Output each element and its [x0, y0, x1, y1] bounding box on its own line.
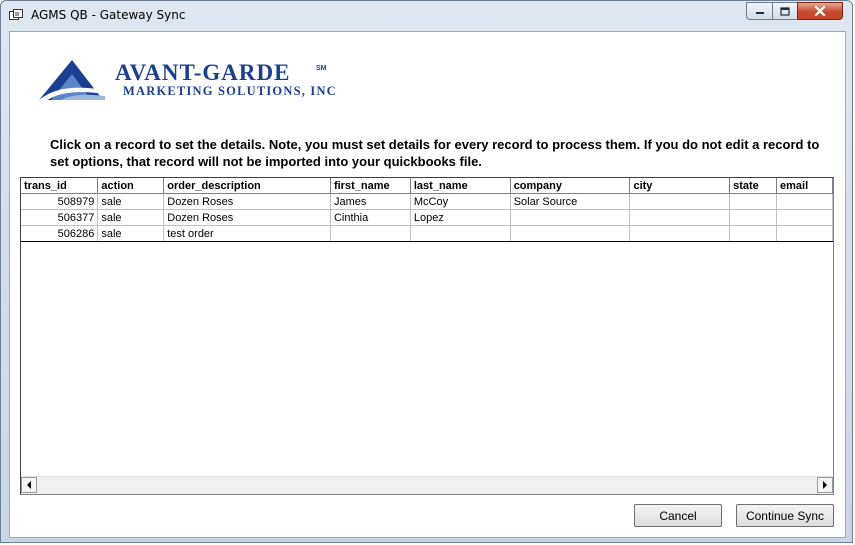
window-title: AGMS QB - Gateway Sync [31, 8, 186, 22]
cell-first-name[interactable]: Cinthia [330, 209, 411, 226]
logo-mark-icon [39, 60, 107, 102]
cell-city[interactable] [629, 209, 731, 226]
company-logo: AVANT-GARDE SM MARKETING SOLUTIONS, INC. [39, 60, 337, 102]
records-table: trans_id action order_description first_… [21, 178, 833, 242]
cell-state[interactable] [729, 193, 778, 210]
app-icon [9, 9, 23, 20]
cell-company[interactable] [510, 225, 631, 242]
column-header-action[interactable]: action [97, 178, 165, 194]
minimize-icon [755, 12, 764, 14]
cell-order-description[interactable]: Dozen Roses [163, 209, 331, 226]
column-header-city[interactable]: city [629, 178, 731, 194]
cell-city[interactable] [629, 225, 731, 242]
cell-trans-id[interactable]: 506377 [21, 209, 99, 226]
cell-state[interactable] [729, 225, 778, 242]
minimize-button[interactable] [746, 2, 772, 20]
column-header-last-name[interactable]: last_name [410, 178, 511, 194]
horizontal-scrollbar[interactable] [21, 476, 833, 494]
scroll-right-button[interactable] [817, 477, 833, 493]
client-area: AVANT-GARDE SM MARKETING SOLUTIONS, INC.… [9, 31, 846, 538]
cell-first-name[interactable]: James [330, 193, 411, 210]
table-row[interactable]: 506286 sale test order [21, 225, 833, 242]
cell-company[interactable]: Solar Source [510, 193, 631, 210]
logo-sm: SM [316, 65, 327, 72]
scroll-left-button[interactable] [21, 477, 37, 493]
cell-order-description[interactable]: test order [163, 225, 331, 242]
table-row[interactable]: 508979 sale Dozen Roses James McCoy Sola… [21, 193, 833, 210]
column-header-state[interactable]: state [729, 178, 778, 194]
cancel-button[interactable]: Cancel [634, 504, 722, 527]
cell-email[interactable] [776, 225, 833, 242]
close-icon [814, 6, 826, 16]
column-header-company[interactable]: company [510, 178, 631, 194]
records-grid[interactable]: trans_id action order_description first_… [20, 177, 834, 495]
cell-order-description[interactable]: Dozen Roses [163, 193, 331, 210]
cell-trans-id[interactable]: 508979 [21, 193, 99, 210]
cell-action[interactable]: sale [97, 193, 165, 210]
logo-line1: AVANT-GARDE [115, 60, 290, 85]
maximize-button[interactable] [772, 2, 797, 20]
column-header-first-name[interactable]: first_name [330, 178, 411, 194]
cell-city[interactable] [629, 193, 731, 210]
maximize-icon [780, 6, 790, 16]
cell-last-name[interactable]: McCoy [410, 193, 511, 210]
cell-first-name[interactable] [330, 225, 411, 242]
cell-email[interactable] [776, 193, 833, 210]
table-row[interactable]: 506377 sale Dozen Roses Cinthia Lopez [21, 209, 833, 226]
column-header-email[interactable]: email [776, 178, 833, 194]
cell-action[interactable]: sale [97, 209, 165, 226]
cell-trans-id[interactable]: 506286 [21, 225, 99, 242]
cell-state[interactable] [729, 209, 778, 226]
cell-action[interactable]: sale [97, 225, 165, 242]
cell-last-name[interactable] [410, 225, 511, 242]
title-bar[interactable]: AGMS QB - Gateway Sync [1, 1, 854, 31]
column-header-trans-id[interactable]: trans_id [21, 178, 99, 194]
header-row: trans_id action order_description first_… [21, 178, 833, 194]
column-header-order-description[interactable]: order_description [163, 178, 331, 194]
close-button[interactable] [797, 2, 843, 20]
cell-email[interactable] [776, 209, 833, 226]
cell-last-name[interactable]: Lopez [410, 209, 511, 226]
arrow-right-icon [823, 481, 827, 489]
arrow-left-icon [27, 481, 31, 489]
logo-line2: MARKETING SOLUTIONS, INC. [123, 84, 337, 98]
instructions-text: Click on a record to set the details. No… [50, 137, 820, 169]
continue-sync-button[interactable]: Continue Sync [736, 504, 834, 527]
app-window: AGMS QB - Gateway Sync AVANT-GARDE SM MA… [0, 0, 853, 543]
cell-company[interactable] [510, 209, 631, 226]
